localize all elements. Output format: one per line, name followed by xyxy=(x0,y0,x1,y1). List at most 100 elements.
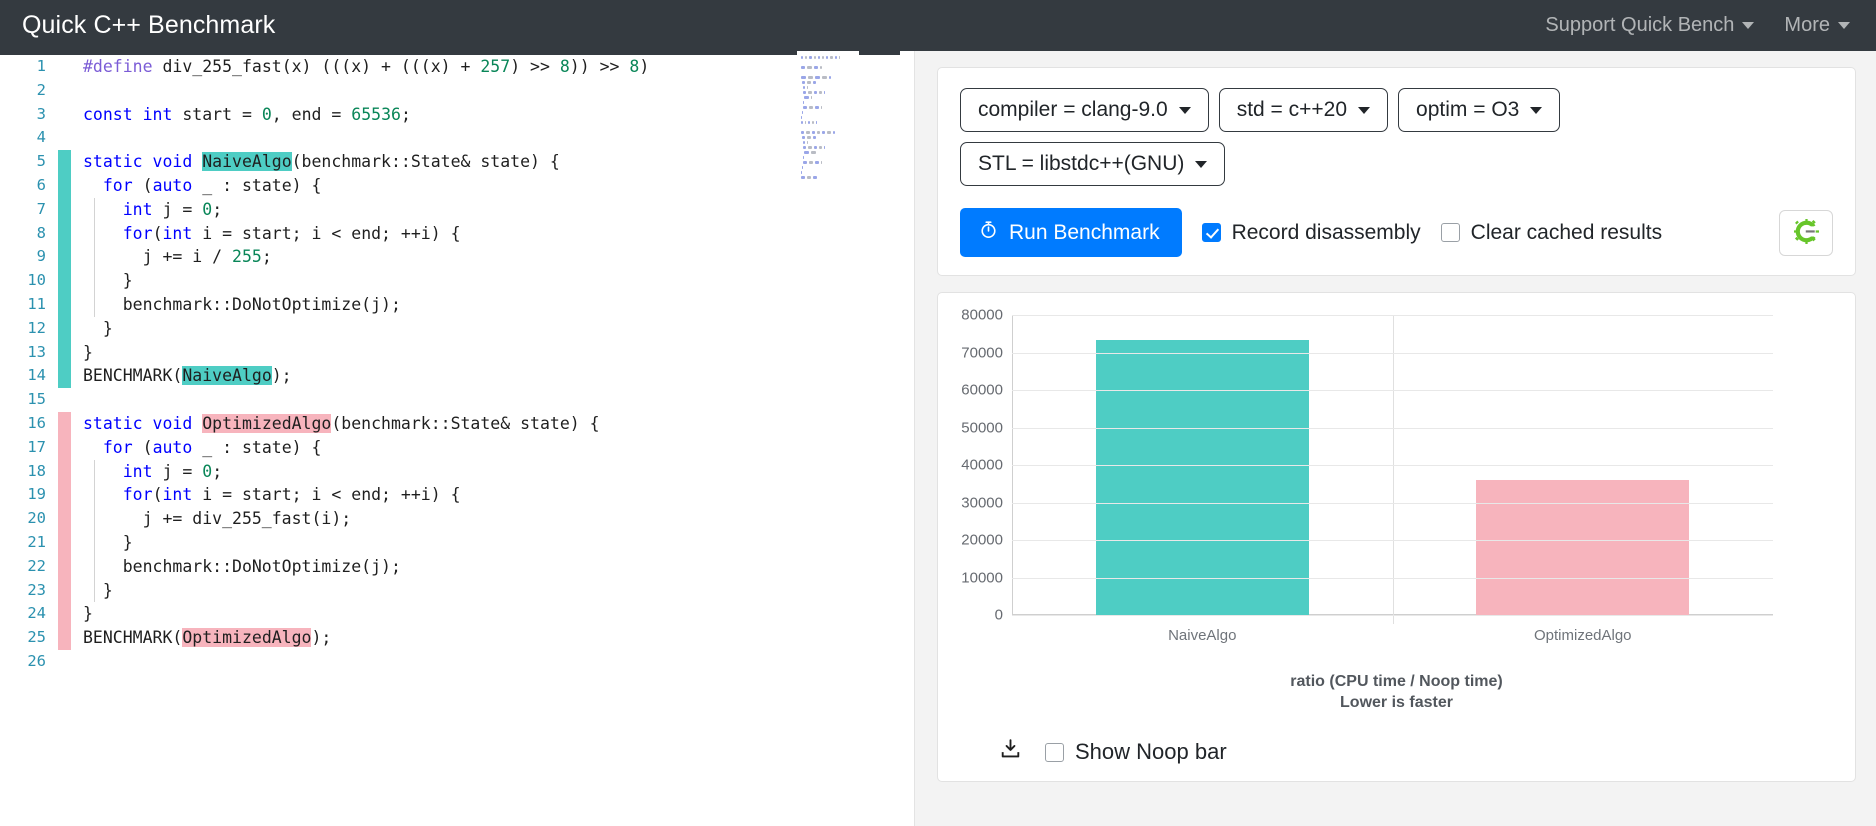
line-decoration-marker xyxy=(58,197,71,222)
checkbox-box[interactable] xyxy=(1440,223,1460,242)
download-icon[interactable] xyxy=(998,737,1023,767)
minimap-line xyxy=(797,180,859,185)
chart-y-tick-label: 0 xyxy=(994,606,1003,624)
code-editor-pane[interactable]: 1 #define div_255_fast(x) (((x) + (((x) +… xyxy=(0,51,915,826)
chart-gridline xyxy=(1012,427,1773,429)
code-line[interactable]: 20 j += div_255_fast(i); xyxy=(0,507,914,531)
code-line[interactable]: 21 } xyxy=(0,530,914,555)
nav-item-support-quick-bench[interactable]: Support Quick Bench xyxy=(1545,14,1755,37)
line-number: 13 xyxy=(27,342,46,361)
compiler-explorer-button[interactable] xyxy=(1779,209,1833,256)
code-token: ); xyxy=(311,628,332,648)
line-number: 3 xyxy=(36,104,46,123)
line-decoration-marker xyxy=(58,626,71,650)
code-token: ; xyxy=(212,461,223,481)
line-decoration-marker xyxy=(58,55,71,79)
code-line[interactable]: 17 for (auto _ : state) { xyxy=(0,435,914,460)
line-decoration-marker xyxy=(58,507,71,531)
show-noop-bar-checkbox[interactable]: Show Noop bar xyxy=(1045,739,1227,765)
code-text: } xyxy=(71,602,93,626)
line-decoration-marker xyxy=(58,459,71,484)
indent-guide xyxy=(94,292,95,317)
code-line[interactable]: 24} xyxy=(0,602,914,627)
line-number: 6 xyxy=(36,175,46,194)
record-disassembly-checkbox[interactable]: Record disassembly xyxy=(1201,220,1421,245)
editor-scrollbar[interactable] xyxy=(900,51,914,826)
code-line[interactable]: 25 BENCHMARK(OptimizedAlgo); xyxy=(0,626,914,650)
option-dropdown-3[interactable]: STL = libstdc++(GNU) xyxy=(960,142,1226,186)
line-decoration-marker xyxy=(58,364,71,389)
code-line[interactable]: 11 benchmark::DoNotOptimize(j); xyxy=(0,292,914,317)
code-token: ) xyxy=(639,57,650,76)
code-token: static xyxy=(83,413,153,433)
line-number: 14 xyxy=(27,366,46,385)
editor-minimap[interactable] xyxy=(797,51,859,826)
code-line[interactable]: 6 for (auto _ : state) { xyxy=(0,173,914,198)
chevron-down-icon xyxy=(1195,160,1208,168)
code-line[interactable]: 16 static void OptimizedAlgo(benchmark::S… xyxy=(0,411,914,436)
code-line[interactable]: 19 for(int i = start; i < end; ++i) { xyxy=(0,483,914,508)
chart-footer: Show Noop bar xyxy=(960,737,1833,767)
code-line[interactable]: 23 } xyxy=(0,578,914,603)
code-line[interactable]: 14 BENCHMARK(NaiveAlgo); xyxy=(0,364,914,389)
chart-caption: ratio (CPU time / Noop time) Lower is fa… xyxy=(960,671,1833,713)
line-number: 15 xyxy=(27,390,46,409)
line-decoration-marker xyxy=(58,173,71,198)
code-token: ; xyxy=(212,199,223,219)
clear-cached-results-label: Clear cached results xyxy=(1470,220,1663,244)
code-token: BENCHMARK( xyxy=(83,628,183,648)
code-text: } xyxy=(71,341,93,365)
code-token: 0 xyxy=(202,199,213,219)
clear-cached-results-checkbox[interactable]: Clear cached results xyxy=(1440,220,1663,245)
chart-bar[interactable] xyxy=(1476,480,1690,615)
code-token: ( xyxy=(152,223,163,243)
code-line[interactable]: 26 xyxy=(0,650,914,674)
checkbox-box[interactable] xyxy=(1201,223,1221,242)
chart-gridline xyxy=(1012,502,1773,504)
code-line[interactable]: 9 j += i / 255; xyxy=(0,245,914,270)
chart-x-tick-label: OptimizedAlgo xyxy=(1533,627,1632,644)
option-dropdown-0[interactable]: compiler = clang-9.0 xyxy=(960,88,1209,132)
chevron-down-icon xyxy=(1178,106,1191,114)
code-line[interactable]: 4 xyxy=(0,126,914,150)
chart-caption-line1: ratio (CPU time / Noop time) xyxy=(1290,673,1503,690)
code-token: , end = xyxy=(271,104,352,124)
code-token: auto xyxy=(152,437,193,457)
option-dropdown-2[interactable]: optim = O3 xyxy=(1398,88,1561,132)
line-number: 12 xyxy=(27,318,46,337)
line-decoration-marker xyxy=(58,79,71,103)
code-line[interactable]: 3 const int start = 0, end = 65536; xyxy=(0,103,914,127)
checkbox-box[interactable] xyxy=(1045,742,1064,762)
code-line[interactable]: 15 xyxy=(0,388,914,412)
code-token: } xyxy=(83,580,113,600)
code-token: auto xyxy=(152,175,193,195)
chart-bar[interactable] xyxy=(1095,340,1309,615)
code-line[interactable]: 7 int j = 0; xyxy=(0,197,914,222)
code-line[interactable]: 22 benchmark::DoNotOptimize(j); xyxy=(0,554,914,579)
chart-y-tick-label: 30000 xyxy=(961,494,1003,511)
code-line[interactable]: 8 for(int i = start; i < end; ++i) { xyxy=(0,221,914,246)
code-line[interactable]: 18 int j = 0; xyxy=(0,459,914,484)
code-token: start = xyxy=(182,104,262,124)
nav-item-label: More xyxy=(1784,14,1830,36)
line-decoration-marker xyxy=(58,103,71,127)
code-content[interactable]: 1 #define div_255_fast(x) (((x) + (((x) +… xyxy=(0,51,914,674)
option-dropdown-label: std = c++20 xyxy=(1236,98,1348,121)
code-line[interactable]: 1 #define div_255_fast(x) (((x) + (((x) +… xyxy=(0,55,914,79)
line-number: 9 xyxy=(36,247,46,266)
option-dropdown-1[interactable]: std = c++20 xyxy=(1218,88,1389,132)
code-line[interactable]: 10 } xyxy=(0,269,914,293)
line-number: 16 xyxy=(27,413,46,432)
indent-guide xyxy=(94,578,95,603)
benchmark-bar-chart[interactable]: NaiveAlgo OptimizedAlgo 80000 70000 60000 50… xyxy=(961,307,1773,644)
record-disassembly-label: Record disassembly xyxy=(1231,220,1421,244)
stopwatch-icon xyxy=(979,220,998,245)
code-token: ( xyxy=(142,437,153,457)
code-line[interactable]: 2 xyxy=(0,79,914,103)
nav-item-more[interactable]: More xyxy=(1784,14,1850,37)
code-line[interactable]: 5 static void NaiveAlgo(benchmark::State&… xyxy=(0,150,914,174)
code-line[interactable]: 13} xyxy=(0,340,914,365)
indent-guide xyxy=(94,483,95,508)
run-benchmark-button[interactable]: Run Benchmark xyxy=(960,208,1182,257)
code-line[interactable]: 12 } xyxy=(0,316,914,341)
